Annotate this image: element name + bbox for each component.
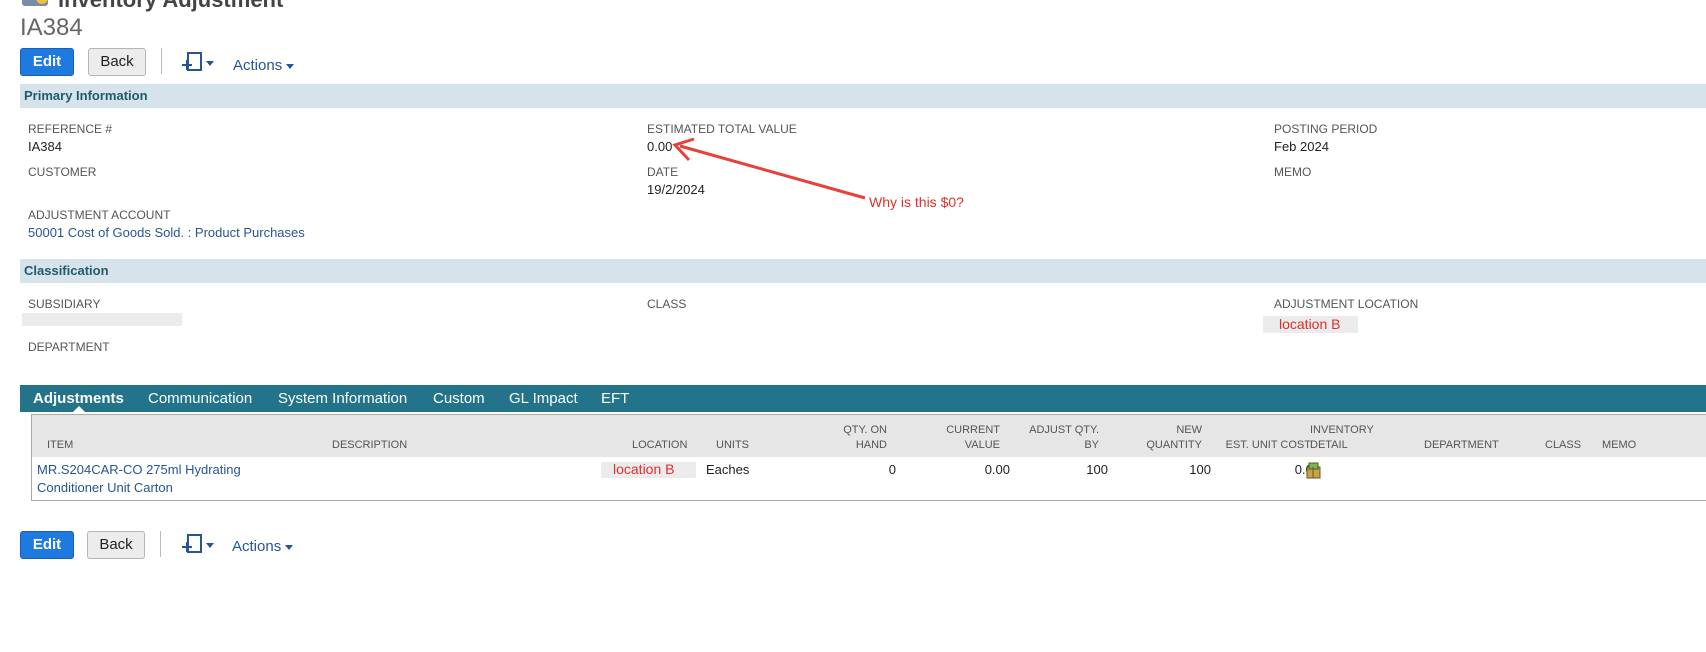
actions-label: Actions [233,57,283,74]
tab-custom[interactable]: Custom [433,390,485,407]
item-link[interactable]: MR.S204CAR-CO 275ml Hydrating Conditione… [37,461,267,497]
posting-period-label: POSTING PERIOD [1274,122,1378,136]
reference-label: REFERENCE # [28,122,113,136]
row-est-unit-cost: 0.00 [1201,462,1320,477]
col-new-quantity[interactable]: NEW QUANTITY [1112,423,1202,453]
col-units[interactable]: UNITS [716,438,749,453]
primary-information-header[interactable]: Primary Information [20,84,1706,108]
tab-gl-impact[interactable]: GL Impact [509,390,578,407]
col-description[interactable]: DESCRIPTION [332,438,407,453]
adjustment-location-label: ADJUSTMENT LOCATION [1274,297,1419,311]
customer-label: CUSTOMER [28,165,97,179]
classification-header[interactable]: Classification [20,259,1706,283]
active-tab-pointer [72,406,86,413]
row-qty-on-hand: 0 [888,462,896,477]
row-location: location B [613,461,675,477]
annotation-text: Why is this $0? [869,194,964,210]
subtab-bar: Adjustments Communication System Informa… [20,385,1706,412]
col-est-unit-cost[interactable]: EST. UNIT COST [1201,438,1311,453]
row-current-value: 0.00 [984,462,1010,477]
col-memo[interactable]: MEMO [1602,438,1636,453]
col-qty-on-hand[interactable]: QTY. ON HAND [802,423,887,453]
section-title: Primary Information [24,88,148,103]
posting-period-value: Feb 2024 [1274,139,1329,154]
section-title: Classification [24,263,109,278]
print-icon[interactable] [182,533,216,557]
edit-button[interactable]: Edit [20,48,74,76]
department-label: DEPARTMENT [28,340,110,354]
chevron-down-icon [285,544,294,550]
adjustment-account-label: ADJUSTMENT ACCOUNT [28,208,171,222]
class-label: CLASS [647,297,687,311]
tab-adjustments[interactable]: Adjustments [33,390,124,407]
edit-button-bottom[interactable]: Edit [20,531,74,559]
estimated-total-label: ESTIMATED TOTAL VALUE [647,122,797,136]
adjustments-table: ITEM DESCRIPTION LOCATION UNITS QTY. ON H… [31,414,1706,501]
chevron-down-icon [286,63,295,69]
col-location[interactable]: LOCATION [632,438,687,453]
col-adjust-qty-by[interactable]: ADJUST QTY. BY [1007,423,1099,453]
print-icon[interactable] [182,51,216,75]
col-current-value[interactable]: CURRENT VALUE [912,423,1000,453]
memo-label: MEMO [1274,165,1312,179]
toolbar-divider [160,531,161,557]
col-inventory-detail[interactable]: INVENTORY DETAIL [1310,423,1374,453]
record-id: IA384 [20,14,83,41]
tab-communication[interactable]: Communication [148,390,252,407]
redacted-subsidiary-value [22,313,182,326]
estimated-total-value: 0.00 [647,139,673,154]
actions-label: Actions [232,538,282,555]
adjustment-account-link[interactable]: 50001 Cost of Goods Sold. : Product Purc… [28,225,305,240]
row-units: Eaches [706,462,750,477]
tab-eft[interactable]: EFT [601,390,629,407]
tab-system-information[interactable]: System Information [278,390,407,407]
back-button-bottom[interactable]: Back [87,531,145,559]
row-adjust-qty-by: 100 [1086,462,1108,477]
table-header: ITEM DESCRIPTION LOCATION UNITS QTY. ON H… [32,415,1706,457]
col-item[interactable]: ITEM [47,438,73,453]
annotation-arrow-icon [672,137,866,200]
subsidiary-label: SUBSIDIARY [28,297,101,311]
page-title: Inventory Adjustment [58,0,283,13]
actions-menu[interactable]: Actions [233,57,295,74]
reference-value: IA384 [28,139,62,154]
record-type-icon [22,0,48,6]
row-new-quantity: 100 [1189,462,1211,477]
toolbar-divider [161,48,162,74]
col-department[interactable]: DEPARTMENT [1424,438,1499,453]
col-class[interactable]: CLASS [1545,438,1581,453]
back-button[interactable]: Back [88,48,146,76]
inventory-detail-icon[interactable] [1304,460,1324,480]
actions-menu-bottom[interactable]: Actions [232,538,294,555]
adjustment-location-value: location B [1279,316,1341,332]
